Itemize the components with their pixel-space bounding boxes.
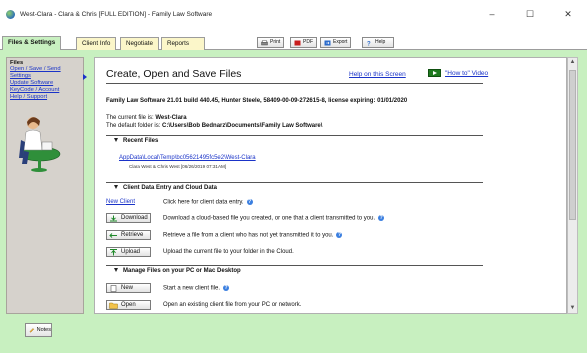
default-folder-label: The default folder is:	[106, 123, 161, 129]
retrieve-label: Retrieve	[121, 232, 144, 238]
open-file-desc: Open an existing client file from your P…	[163, 302, 302, 308]
retrieve-button[interactable]: Retrieve	[106, 230, 151, 240]
help-icon[interactable]: ?	[223, 285, 230, 291]
help-button[interactable]: ? Help	[362, 37, 394, 48]
manage-files-heading: Manage Files on your PC or Mac Desktop	[123, 268, 241, 274]
collapse-triangle-icon	[114, 185, 118, 190]
scroll-down-arrow-icon[interactable]: ▼	[568, 304, 577, 313]
open-file-button[interactable]: Open	[106, 300, 151, 310]
how-to-video-link[interactable]: "How to" Video	[445, 70, 488, 77]
download-arrow-icon	[110, 215, 117, 221]
title-bar: West-Clara - Clara & Chris [FULL EDITION…	[0, 0, 587, 28]
download-label: Download	[121, 215, 148, 221]
upload-desc: Upload the current file to your folder i…	[163, 249, 294, 255]
manage-files-section-header[interactable]: Manage Files on your PC or Mac Desktop	[106, 265, 483, 275]
scroll-up-arrow-icon[interactable]: ▲	[568, 58, 577, 67]
collapse-triangle-icon	[114, 268, 118, 273]
retrieve-desc-text: Retrieve a file from a client who has no…	[163, 232, 334, 239]
help-label: Help	[375, 39, 386, 45]
download-desc-text: Download a cloud-based file you created,…	[163, 215, 376, 222]
help-icon[interactable]: ?	[336, 232, 343, 238]
notes-label: Notes	[36, 327, 51, 333]
svg-text:?: ?	[367, 41, 371, 46]
pdf-icon	[294, 40, 301, 45]
close-button[interactable]: ✕	[549, 0, 587, 28]
export-label: Export	[333, 39, 348, 45]
folder-icon	[109, 302, 118, 309]
window-title: West-Clara - Clara & Chris [FULL EDITION…	[20, 10, 213, 18]
window-controls: – ☐ ✕	[473, 0, 587, 28]
pdf-button[interactable]: PDF	[290, 37, 317, 48]
app-logo-icon	[6, 9, 15, 19]
sidebar-item-keycode-account[interactable]: KeyCode / Account	[7, 87, 83, 94]
upload-button[interactable]: Upload	[106, 247, 151, 257]
download-desc: Download a cloud-based file you created,…	[163, 215, 385, 222]
main-panel: Create, Open and Save Files Help on this…	[94, 57, 567, 314]
retrieve-desc: Retrieve a file from a client who has no…	[163, 232, 343, 239]
recent-file-detail: Clara West & Chris West [06/26/2019 07:3…	[129, 164, 227, 169]
sidebar-item-help-support[interactable]: Help / Support	[7, 94, 83, 101]
recent-file-link[interactable]: AppData\Local\Temp\bc05621495fc5e2\West-…	[119, 155, 256, 161]
current-file-line: The current file is: West-Clara	[106, 115, 187, 121]
retrieve-icon	[109, 232, 117, 238]
notes-button[interactable]: Notes	[25, 323, 52, 337]
person-at-desk-illustration	[19, 117, 61, 172]
minimize-button[interactable]: –	[473, 0, 511, 28]
video-icon	[428, 69, 441, 77]
new-file-button[interactable]: New	[106, 283, 151, 293]
new-client-link[interactable]: New Client	[106, 199, 135, 205]
new-label: New	[121, 285, 134, 291]
help-on-screen-link[interactable]: Help on this Screen	[349, 71, 406, 78]
recent-files-section-header[interactable]: Recent Files	[106, 135, 483, 145]
sidebar-item-settings[interactable]: Settings	[7, 73, 83, 80]
client-data-section-header[interactable]: Client Data Entry and Cloud Data	[106, 182, 483, 192]
left-sidebar: Files Open / Save / Send Settings Update…	[6, 57, 87, 314]
collapse-triangle-icon	[114, 138, 118, 143]
current-file-label: The current file is:	[106, 115, 154, 121]
print-label: Print	[270, 39, 281, 45]
workspace-frame: Files Open / Save / Send Settings Update…	[0, 50, 587, 353]
default-folder-line: The default folder is: C:\Users\Bob Bedn…	[106, 123, 322, 129]
download-button[interactable]: Download	[106, 213, 151, 223]
export-icon	[324, 40, 331, 45]
tab-files-settings[interactable]: Files & Settings	[2, 36, 62, 50]
open-label: Open	[121, 302, 136, 308]
upload-arrow-icon	[110, 248, 117, 255]
new-file-desc: Start a new client file.?	[163, 285, 230, 292]
print-button[interactable]: Print	[257, 37, 285, 48]
upload-label: Upload	[121, 249, 141, 255]
scroll-thumb[interactable]	[569, 70, 576, 220]
tab-client-info[interactable]: Client Info	[76, 37, 117, 50]
sidebar-item-update-software[interactable]: Update Software	[7, 80, 83, 87]
new-client-desc: Click here for client data entry.?	[163, 199, 253, 206]
current-file-value: West-Clara	[155, 115, 187, 121]
sidebar-header: Files	[10, 60, 24, 66]
help-icon[interactable]: ?	[378, 215, 385, 221]
tab-bar: Files & Settings Client Info Negotiate R…	[0, 28, 587, 50]
new-client-desc-text: Click here for client data entry.	[163, 199, 244, 206]
divider	[106, 83, 483, 84]
export-button[interactable]: Export	[320, 37, 352, 48]
build-info: Family Law Software 21.01 build 440.45, …	[106, 98, 408, 104]
sidebar-item-open-save-send[interactable]: Open / Save / Send	[7, 66, 83, 73]
help-icon[interactable]: ?	[246, 199, 253, 205]
pencil-icon	[29, 328, 35, 333]
maximize-button[interactable]: ☐	[511, 0, 549, 28]
tab-reports[interactable]: Reports	[161, 37, 205, 50]
selected-pointer-icon	[83, 74, 87, 80]
vertical-scrollbar[interactable]: ▲ ▼	[567, 57, 578, 314]
client-data-heading: Client Data Entry and Cloud Data	[123, 185, 218, 191]
new-document-icon	[110, 284, 117, 292]
how-to-video[interactable]: "How to" Video	[428, 69, 488, 77]
default-folder-value: C:\Users\Bob Bednarz\Documents\Family La…	[162, 123, 323, 129]
recent-files-heading: Recent Files	[123, 138, 159, 144]
new-file-desc-text: Start a new client file.	[163, 285, 221, 292]
pdf-label: PDF	[303, 39, 313, 45]
printer-icon	[261, 39, 268, 45]
question-icon: ?	[367, 41, 371, 46]
page-title: Create, Open and Save Files	[106, 68, 242, 80]
tab-negotiate[interactable]: Negotiate	[120, 37, 159, 50]
